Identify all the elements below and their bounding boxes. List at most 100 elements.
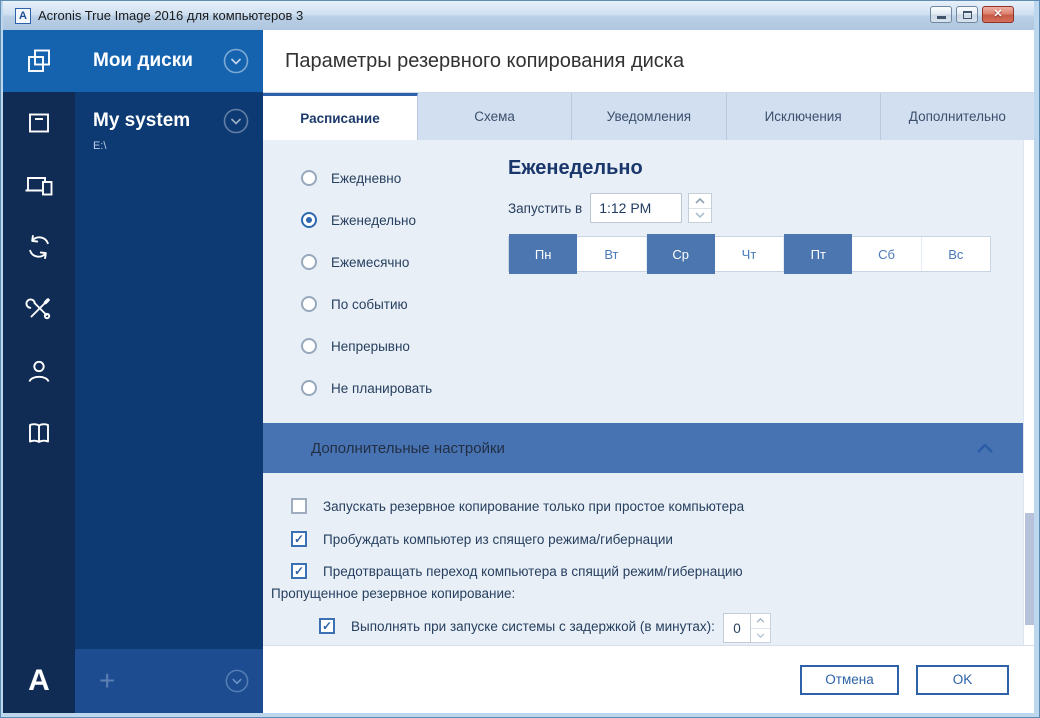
section-selector[interactable]: Мои диски [75, 30, 263, 92]
chevron-up-icon [977, 444, 993, 453]
tab-schedule[interactable]: Расписание [263, 93, 418, 140]
backup-list-item[interactable]: My system E:\ [75, 92, 263, 152]
tab-scheme[interactable]: Схема [418, 93, 572, 140]
radio-nonstop[interactable]: Непрерывно [301, 338, 432, 354]
radio-checked-icon [301, 212, 317, 228]
day-thursday[interactable]: Чт [715, 237, 784, 271]
minimize-icon [937, 16, 946, 19]
checkbox-row-wake-computer[interactable]: Пробуждать компьютер из спящего режима/г… [291, 531, 673, 547]
app-icon: A [15, 8, 31, 24]
radio-monthly[interactable]: Ежемесячно [301, 254, 432, 270]
weekly-heading: Еженедельно [508, 156, 1008, 180]
tools-icon [25, 295, 53, 323]
archive-icon [25, 109, 53, 137]
weekly-settings-panel: Еженедельно Запустить в [508, 156, 1008, 272]
tab-exclusions[interactable]: Исключения [727, 93, 881, 140]
delay-minutes-spinner [751, 613, 771, 643]
window-title: Acronis True Image 2016 для компьютеров … [38, 8, 303, 23]
checkbox-row-run-at-startup[interactable]: Выполнять при запуске системы с задержко… [319, 618, 715, 634]
time-spinner [688, 193, 712, 223]
checkbox-checked-icon [291, 563, 307, 579]
day-sunday[interactable]: Вс [922, 237, 990, 271]
day-saturday[interactable]: Сб [852, 237, 921, 271]
checkbox-unchecked-icon [291, 498, 307, 514]
chevron-down-icon[interactable] [223, 48, 249, 74]
sidebar-item-backup[interactable] [3, 30, 75, 92]
backup-name: My system [93, 110, 223, 132]
chevron-down-icon[interactable] [225, 669, 249, 693]
devices-icon [24, 171, 54, 199]
advanced-settings-toggle[interactable]: Дополнительные настройки [263, 423, 1023, 473]
dialog-main: Параметры резервного копирования диска Р… [263, 30, 1034, 713]
radio-on-event[interactable]: По событию [301, 296, 432, 312]
day-friday[interactable]: Пт [784, 234, 852, 274]
add-backup-button[interactable]: + [99, 667, 225, 695]
sidebar-item-help[interactable] [3, 402, 75, 464]
vertical-scrollbar[interactable] [1023, 140, 1034, 645]
cancel-button[interactable]: Отмена [800, 665, 899, 695]
schedule-options: Ежедневно Еженедельно Ежемесячно По собы… [301, 170, 432, 396]
delay-spinner-up-button[interactable] [751, 614, 770, 629]
titlebar[interactable]: A Acronis True Image 2016 для компьютеро… [3, 1, 1034, 30]
checkbox-row-idle-only[interactable]: Запускать резервное копирование только п… [291, 498, 744, 514]
radio-daily[interactable]: Ежедневно [301, 170, 432, 186]
day-monday[interactable]: Пн [509, 234, 577, 274]
time-spinner-down-button[interactable] [689, 209, 711, 223]
checkbox-checked-icon [291, 531, 307, 547]
sidebar-item-devices[interactable] [3, 154, 75, 216]
sidebar-icon-rail: A [3, 30, 75, 713]
page-title: Параметры резервного копирования диска [285, 50, 684, 73]
schedule-pane: Ежедневно Еженедельно Ежемесячно По собы… [263, 140, 1034, 645]
ok-button[interactable]: OK [916, 665, 1009, 695]
radio-icon [301, 254, 317, 270]
radio-weekly[interactable]: Еженедельно [301, 212, 432, 228]
day-wednesday[interactable]: Ср [647, 234, 715, 274]
backup-icon [25, 47, 53, 75]
book-icon [25, 419, 53, 447]
backup-source-drive: E:\ [93, 140, 249, 152]
sidebar-item-account[interactable] [3, 340, 75, 402]
radio-icon [301, 338, 317, 354]
dialog-footer: Отмена OK [263, 645, 1034, 713]
dialog-header: Параметры резервного копирования диска [263, 30, 1034, 92]
time-spinner-up-button[interactable] [689, 194, 711, 209]
maximize-icon [963, 11, 972, 19]
minimize-button[interactable] [930, 6, 952, 23]
advanced-settings-label: Дополнительные настройки [311, 440, 977, 457]
radio-icon [301, 380, 317, 396]
delay-minutes-control [723, 613, 771, 643]
section-label: Мои диски [93, 50, 223, 72]
chevron-down-icon [756, 633, 765, 638]
sidebar-item-archive[interactable] [3, 92, 75, 154]
maximize-button[interactable] [956, 6, 978, 23]
tab-bar: Расписание Схема Уведомления Исключения … [263, 92, 1034, 140]
day-tuesday[interactable]: Вт [577, 237, 646, 271]
tab-advanced[interactable]: Дополнительно [881, 93, 1034, 140]
start-time-input[interactable] [590, 193, 682, 223]
chevron-down-icon [695, 212, 705, 218]
sidebar-item-sync[interactable] [3, 216, 75, 278]
chevron-up-icon [695, 198, 705, 204]
account-icon [25, 357, 53, 385]
chevron-up-icon [756, 618, 765, 623]
checkbox-checked-icon [319, 618, 335, 634]
missed-backup-label: Пропущенное резервное копирование: [271, 586, 515, 601]
app-window: A Acronis True Image 2016 для компьютеро… [0, 0, 1040, 718]
scrollbar-thumb[interactable] [1025, 513, 1034, 625]
backup-list-panel: Мои диски My system E:\ + [75, 30, 263, 713]
close-icon: ✕ [993, 9, 1002, 20]
delay-minutes-input[interactable] [723, 613, 751, 643]
close-button[interactable]: ✕ [982, 6, 1014, 23]
start-time-label: Запустить в [508, 201, 582, 216]
radio-icon [301, 170, 317, 186]
sidebar-item-tools[interactable] [3, 278, 75, 340]
chevron-down-icon[interactable] [223, 108, 249, 134]
checkbox-row-prevent-sleep[interactable]: Предотвращать переход компьютера в спящи… [291, 563, 743, 579]
tab-notifications[interactable]: Уведомления [572, 93, 726, 140]
caption-buttons: ✕ [930, 6, 1014, 23]
sync-icon [25, 233, 53, 261]
radio-do-not-schedule[interactable]: Не планировать [301, 380, 432, 396]
weekday-selector: Пн Вт Ср Чт Пт Сб Вс [508, 236, 991, 272]
delay-spinner-down-button[interactable] [751, 629, 770, 643]
acronis-logo: A [3, 649, 75, 713]
